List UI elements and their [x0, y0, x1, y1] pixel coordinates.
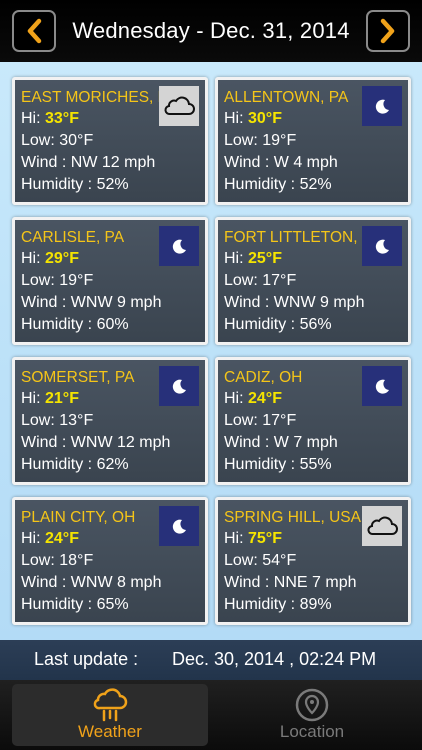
moon-icon	[362, 366, 402, 406]
moon-icon	[159, 226, 199, 266]
tab-weather[interactable]: Weather	[12, 684, 208, 746]
tab-location[interactable]: Location	[214, 684, 410, 746]
low-temp: Low: 17°F	[224, 272, 297, 289]
tab-location-label: Location	[279, 722, 345, 741]
humidity: Humidity : 55%	[224, 456, 332, 473]
rain-cloud-icon	[93, 688, 128, 722]
low-temp: Low: 30°F	[21, 132, 94, 149]
low-temp: Low: 19°F	[224, 132, 297, 149]
header-bar: Wednesday - Dec. 31, 2014	[0, 0, 422, 62]
weather-card-carlisle[interactable]: CARLISLE, PA Hi: 29°F Low: 19°F Wind : W…	[12, 217, 208, 345]
wind: Wind : NW 12 mph	[21, 154, 156, 171]
last-update-value: Dec. 30, 2014 , 02:24 PM	[172, 649, 377, 669]
humidity: Humidity : 52%	[21, 176, 129, 193]
wind: Wind : NNE 7 mph	[224, 574, 357, 591]
weather-card-allentown[interactable]: ALLENTOWN, PA Hi: 30°F Low: 19°F Wind : …	[215, 77, 411, 205]
low-temp: Low: 19°F	[21, 272, 94, 289]
cloud-icon	[159, 86, 199, 126]
humidity: Humidity : 62%	[21, 456, 129, 473]
weather-card-plain-city[interactable]: PLAIN CITY, OH Hi: 24°F Low: 18°F Wind :…	[12, 497, 208, 625]
last-update-label: Last update :	[34, 649, 139, 669]
last-update-bar: Last update : Dec. 30, 2014 , 02:24 PM	[0, 640, 422, 680]
wind: Wind : WNW 9 mph	[21, 294, 162, 311]
tab-bar: Weather Location	[0, 680, 422, 750]
low-temp: Low: 13°F	[21, 412, 94, 429]
wind: Wind : W 7 mph	[224, 434, 338, 451]
humidity: Humidity : 52%	[224, 176, 332, 193]
moon-icon	[159, 366, 199, 406]
tab-weather-label: Weather	[78, 722, 142, 741]
weather-card-spring-hill[interactable]: SPRING HILL, USA Hi: 75°F Low: 54°F Wind…	[215, 497, 411, 625]
moon-icon	[362, 226, 402, 266]
location-pin-icon	[295, 688, 329, 722]
low-temp: Low: 18°F	[21, 552, 94, 569]
low-temp: Low: 54°F	[224, 552, 297, 569]
humidity: Humidity : 65%	[21, 596, 129, 613]
humidity: Humidity : 56%	[224, 316, 332, 333]
chevron-left-icon	[27, 18, 42, 44]
wind: Wind : WNW 9 mph	[224, 294, 365, 311]
weather-card-cadiz[interactable]: CADIZ, OH Hi: 24°F Low: 17°F Wind : W 7 …	[215, 357, 411, 485]
humidity: Humidity : 89%	[224, 596, 332, 613]
wind: Wind : W 4 mph	[224, 154, 338, 171]
wind: Wind : WNW 8 mph	[21, 574, 162, 591]
low-temp: Low: 17°F	[224, 412, 297, 429]
wind: Wind : WNW 12 mph	[21, 434, 171, 451]
chevron-right-icon	[380, 18, 395, 44]
forecast-grid: EAST MORICHES, NY Hi: 33°F Low: 30°F Win…	[0, 62, 422, 640]
weather-card-fort-littleton[interactable]: FORT LITTLETON, PA Hi: 25°F Low: 17°F Wi…	[215, 217, 411, 345]
previous-day-button[interactable]	[12, 10, 56, 52]
moon-icon	[159, 506, 199, 546]
next-day-button[interactable]	[366, 10, 410, 52]
weather-card-east-moriches[interactable]: EAST MORICHES, NY Hi: 33°F Low: 30°F Win…	[12, 77, 208, 205]
cloud-icon	[362, 506, 402, 546]
date-title: Wednesday - Dec. 31, 2014	[72, 18, 350, 43]
humidity: Humidity : 60%	[21, 316, 129, 333]
moon-icon	[362, 86, 402, 126]
weather-card-somerset[interactable]: SOMERSET, PA Hi: 21°F Low: 13°F Wind : W…	[12, 357, 208, 485]
